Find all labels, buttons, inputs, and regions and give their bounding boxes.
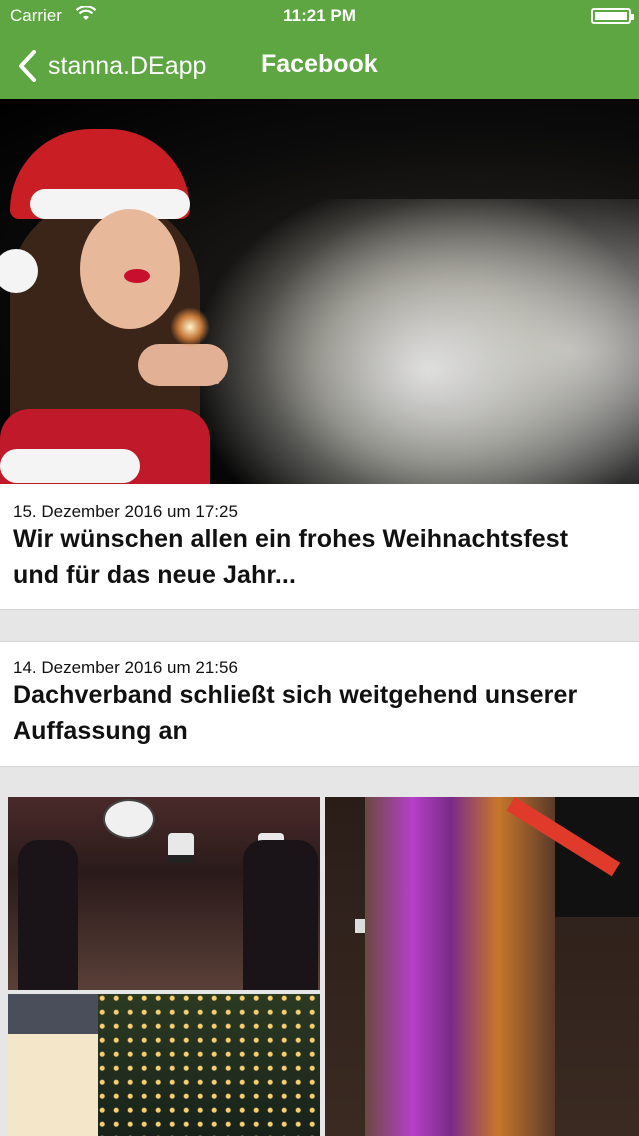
gallery-photo-christmas-tree[interactable] xyxy=(8,994,320,1136)
page-title: Facebook xyxy=(261,50,378,78)
sparkle-dust xyxy=(170,199,639,484)
navigation-bar: stanna.DEapp Facebook xyxy=(0,32,639,99)
status-time: 11:21 PM xyxy=(283,6,356,25)
back-button-label: stanna.DEapp xyxy=(48,51,207,80)
back-button[interactable]: stanna.DEapp xyxy=(16,46,206,86)
gallery-photo-illuminated-wall[interactable] xyxy=(325,797,639,1136)
app-header: Carrier 11:21 PM stanna.DEapp Facebook xyxy=(0,0,639,99)
post-title: Wir wünschen allen ein frohes Weihnachts… xyxy=(13,525,569,589)
gallery-photo-band[interactable] xyxy=(8,797,320,990)
post-card[interactable]: 15. Dezember 2016 um 17:25 Wir wünschen … xyxy=(0,484,639,610)
post-date: 15. Dezember 2016 um 17:25 xyxy=(13,502,238,521)
battery-icon xyxy=(591,8,634,24)
status-bar: Carrier 11:21 PM xyxy=(0,0,639,32)
post-title: Dachverband schließt sich weitgehend uns… xyxy=(13,681,578,745)
back-chevron-icon xyxy=(19,50,36,82)
post-card[interactable]: 14. Dezember 2016 um 21:56 Dachverband s… xyxy=(0,641,639,767)
post-photo-gallery xyxy=(0,797,639,1136)
post-date: 14. Dezember 2016 um 21:56 xyxy=(13,658,238,677)
post-hero-image[interactable] xyxy=(0,99,639,484)
santa-woman-figure xyxy=(0,119,230,484)
